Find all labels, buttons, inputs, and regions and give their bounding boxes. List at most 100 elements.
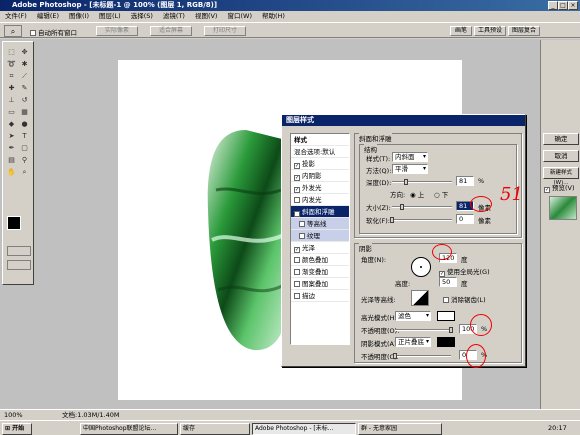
magic-wand-icon[interactable]: ✱ — [18, 58, 31, 70]
actual-pixels-button[interactable]: 实际像素 — [96, 26, 138, 36]
shadow-color-swatch[interactable] — [437, 337, 455, 347]
direction-up-radio[interactable]: ◉ 上 — [410, 189, 424, 199]
style-item-pattern-overlay[interactable]: 图案叠加 — [291, 278, 349, 290]
minimize-button[interactable]: _ — [548, 1, 558, 10]
style-item-texture[interactable]: 纹理 — [291, 230, 349, 242]
highlight-mode-select[interactable]: 滤色 — [395, 311, 431, 321]
menu-select[interactable]: 选择(S) — [126, 11, 158, 22]
highlight-color-swatch[interactable] — [437, 311, 455, 321]
screen-mode-icon[interactable] — [7, 260, 31, 270]
style-item-bevel-emboss[interactable]: ✓ 斜面和浮雕 — [291, 206, 349, 218]
taskbar-item-photoshop[interactable]: Adobe Photoshop - [未标... — [252, 423, 356, 435]
style-item-satin[interactable]: ✓ 光泽 — [291, 242, 349, 254]
menu-view[interactable]: 视图(V) — [190, 11, 223, 22]
eraser-tool-icon[interactable]: ▭ — [5, 106, 18, 118]
taskbar-item-group[interactable]: 群 - 无意家园 — [358, 423, 442, 435]
path-select-icon[interactable]: ➤ — [5, 130, 18, 142]
tab-layer-comps[interactable]: 图层复合 — [508, 26, 540, 36]
blend-options-item[interactable]: 混合选项:默认 — [291, 146, 349, 158]
style-item-outer-glow[interactable]: ✓ 外发光 — [291, 182, 349, 194]
size-slider-thumb[interactable] — [400, 204, 404, 210]
style-item-drop-shadow[interactable]: ✓ 投影 — [291, 158, 349, 170]
global-light-checkbox[interactable]: ✓ 使用全局光(G) — [439, 266, 490, 277]
preview-checkbox[interactable]: ✓ 预览(V) — [544, 182, 575, 193]
move-tool-icon[interactable]: ✥ — [18, 46, 31, 58]
checkbox-inner-glow[interactable] — [294, 197, 300, 203]
shadow-opacity-slider[interactable] — [395, 355, 451, 357]
healing-brush-icon[interactable]: ✚ — [5, 82, 18, 94]
menu-help[interactable]: 帮助(H) — [257, 11, 290, 22]
eyedropper-icon[interactable]: ⚲ — [18, 154, 31, 166]
slice-tool-icon[interactable]: ⟋ — [18, 70, 31, 82]
checkbox-gradient-overlay[interactable] — [294, 269, 300, 275]
notes-tool-icon[interactable]: ▤ — [5, 154, 18, 166]
highlight-opacity-slider[interactable] — [395, 329, 451, 331]
stamp-tool-icon[interactable]: ⊥ — [5, 94, 18, 106]
tab-tool-presets[interactable]: 工具预设 — [474, 26, 506, 36]
style-item-color-overlay[interactable]: 颜色叠加 — [291, 254, 349, 266]
pen-tool-icon[interactable]: ✒ — [5, 142, 18, 154]
depth-slider-thumb[interactable] — [404, 179, 408, 185]
angle-dial[interactable] — [411, 257, 431, 277]
taskbar-item-forum[interactable]: 中国Photoshop联盟论坛... — [80, 423, 178, 435]
print-size-button[interactable]: 打印尺寸 — [204, 26, 246, 36]
start-button[interactable]: ⊞ 开始 — [2, 423, 32, 435]
auto-select-checkbox[interactable]: 自动所有窗口 — [30, 27, 77, 37]
quick-mask-icon[interactable] — [7, 246, 31, 256]
gloss-contour-picker[interactable] — [411, 290, 429, 306]
checkbox-contour[interactable] — [299, 221, 305, 227]
maximize-button[interactable]: □ — [558, 1, 568, 10]
tab-brushes[interactable]: 画笔 — [450, 26, 472, 36]
depth-input[interactable]: 81 — [456, 176, 474, 186]
close-button[interactable]: × — [568, 1, 578, 10]
zoom-tool-icon[interactable]: ⌕ — [4, 25, 22, 37]
style-item-stroke[interactable]: 描边 — [291, 290, 349, 302]
crop-tool-icon[interactable]: ⌗ — [5, 70, 18, 82]
style-item-inner-shadow[interactable]: ✓ 内阴影 — [291, 170, 349, 182]
style-item-gradient-overlay[interactable]: 渐变叠加 — [291, 266, 349, 278]
lasso-tool-icon[interactable]: ➰ — [5, 58, 18, 70]
soften-slider[interactable] — [392, 219, 452, 221]
checkbox-pattern-overlay[interactable] — [294, 281, 300, 287]
altitude-input[interactable]: 50 — [439, 277, 457, 287]
checkbox-satin[interactable]: ✓ — [294, 247, 300, 253]
menu-image[interactable]: 图像(I) — [64, 11, 94, 22]
checkbox-inner-shadow[interactable]: ✓ — [294, 175, 300, 181]
ok-button[interactable]: 确定 — [543, 133, 579, 145]
shadow-opacity-thumb[interactable] — [393, 353, 397, 359]
fit-screen-button[interactable]: 适合屏幕 — [150, 26, 192, 36]
menu-layer[interactable]: 图层(L) — [94, 11, 126, 22]
styles-header[interactable]: 样式 — [291, 134, 349, 146]
checkbox-color-overlay[interactable] — [294, 257, 300, 263]
menu-file[interactable]: 文件(F) — [0, 11, 32, 22]
taskbar-item-cache[interactable]: 缓存 — [180, 423, 250, 435]
shadow-mode-select[interactable]: 正片叠底 — [395, 337, 431, 347]
depth-slider[interactable] — [392, 181, 452, 183]
new-style-button[interactable]: 新建样式(W)... — [543, 167, 579, 186]
history-brush-icon[interactable]: ↺ — [18, 94, 31, 106]
technique-select[interactable]: 平滑 — [392, 164, 428, 174]
menu-filter[interactable]: 滤镜(T) — [158, 11, 190, 22]
checkbox-stroke[interactable] — [294, 293, 300, 299]
blur-tool-icon[interactable]: ◆ — [5, 118, 18, 130]
style-select[interactable]: 内斜面 — [392, 152, 428, 162]
cancel-button[interactable]: 取消 — [543, 150, 579, 162]
style-item-inner-glow[interactable]: 内发光 — [291, 194, 349, 206]
zoom-icon[interactable]: ⌕ — [18, 166, 31, 178]
shape-tool-icon[interactable]: ▢ — [18, 142, 31, 154]
menu-edit[interactable]: 编辑(E) — [32, 11, 64, 22]
brush-tool-icon[interactable]: ✎ — [18, 82, 31, 94]
checkbox-bevel-emboss[interactable]: ✓ — [294, 211, 300, 217]
direction-down-radio[interactable]: ○ 下 — [434, 189, 448, 199]
style-item-contour[interactable]: 等高线 — [291, 218, 349, 230]
foreground-color-swatch[interactable] — [7, 216, 21, 230]
gradient-tool-icon[interactable]: ▦ — [18, 106, 31, 118]
menu-window[interactable]: 窗口(W) — [222, 11, 257, 22]
highlight-opacity-thumb[interactable] — [449, 327, 453, 333]
checkbox-texture[interactable] — [299, 233, 305, 239]
soften-slider-thumb[interactable] — [390, 217, 394, 223]
type-tool-icon[interactable]: T — [18, 130, 31, 142]
soften-input[interactable]: 0 — [456, 214, 474, 224]
dodge-tool-icon[interactable]: ● — [18, 118, 31, 130]
marquee-tool-icon[interactable]: ⬚ — [5, 46, 18, 58]
